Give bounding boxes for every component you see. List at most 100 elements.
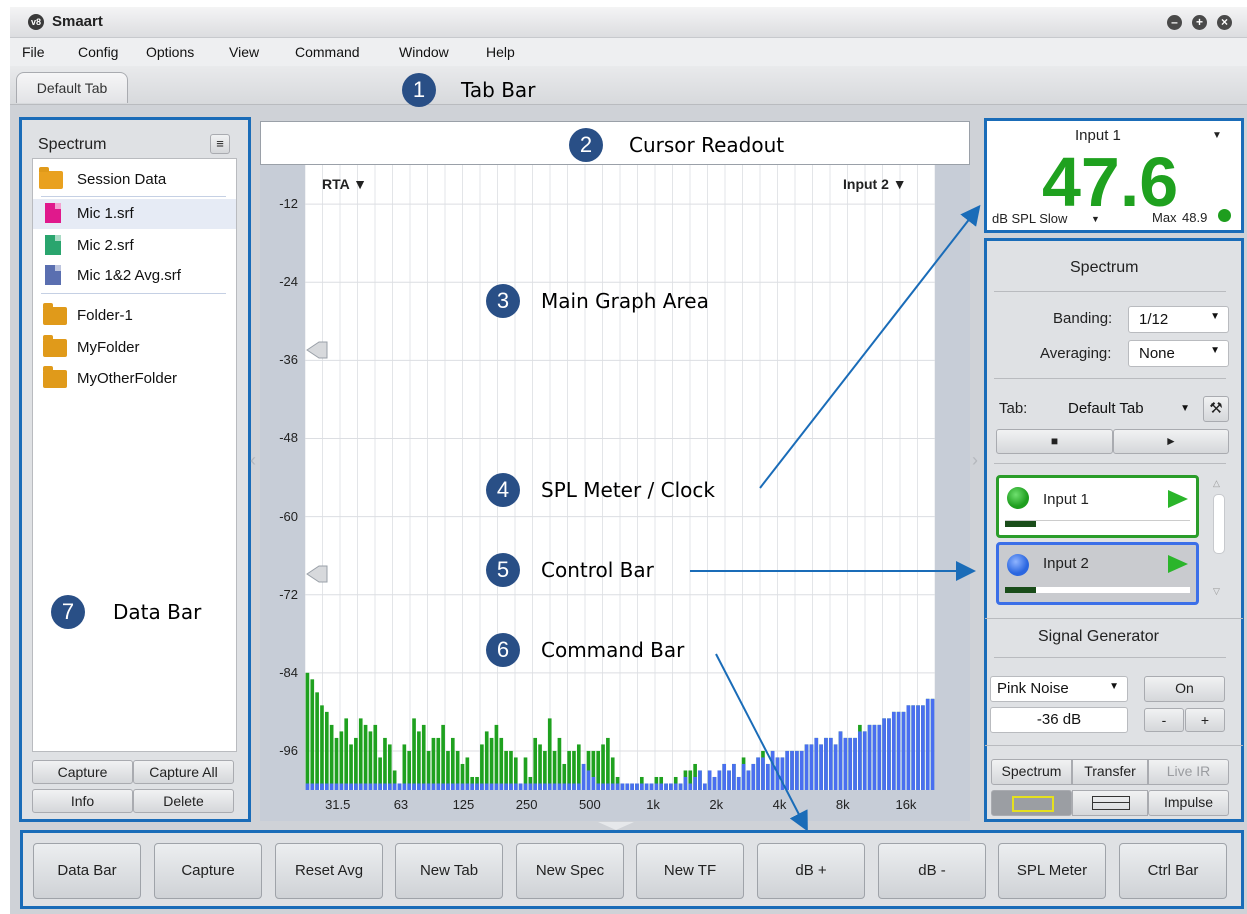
collapse-right-icon[interactable]: › (972, 450, 978, 471)
menu-options[interactable]: Options (146, 44, 194, 60)
mode-spectrum-button[interactable]: Spectrum (991, 759, 1072, 785)
scroll-thumb[interactable] (1213, 494, 1225, 554)
graph-type-selector[interactable]: RTA ▼ (322, 176, 367, 192)
list-item-session-data[interactable]: Session Data (33, 165, 236, 195)
list-item-myotherfolder[interactable]: MyOtherFolder (33, 364, 236, 394)
inputs-scrollbar[interactable]: △ ▽ (1211, 478, 1225, 602)
tab-bar (10, 66, 1247, 105)
spl-mode-selector[interactable]: dB SPL Slow (992, 211, 1067, 226)
x-tick-label: 8k (835, 797, 850, 812)
close-icon[interactable]: × (1217, 15, 1232, 30)
bar-input-2 (610, 783, 615, 790)
collapse-left-icon[interactable]: ‹ (250, 450, 256, 471)
collapse-bottom-icon[interactable] (598, 822, 634, 830)
cmd-reset-avg-button[interactable]: Reset Avg (275, 843, 383, 899)
cmd-new-tab-button[interactable]: New Tab (395, 843, 503, 899)
bar-input-2 (727, 770, 731, 790)
bar-input-2 (528, 783, 533, 790)
list-item-folder-1[interactable]: Folder-1 (33, 301, 236, 331)
bar-input-2 (450, 783, 455, 790)
delete-button[interactable]: Delete (133, 789, 234, 813)
input-1-card[interactable]: Input 1 (996, 475, 1199, 538)
single-view-button[interactable] (991, 790, 1072, 816)
cmd-new-spec-button[interactable]: New Spec (516, 843, 624, 899)
capture-button[interactable]: Capture (32, 760, 133, 784)
cmd-new-tf-button[interactable]: New TF (636, 843, 744, 899)
play-arrow-icon[interactable] (1167, 554, 1189, 574)
bar-input-2 (387, 783, 392, 790)
data-bar-title: Spectrum (38, 136, 107, 153)
divider (985, 745, 1243, 746)
bar-input-2 (732, 763, 736, 790)
cmd-spl-meter-button[interactable]: SPL Meter (998, 843, 1106, 899)
cmd-data-bar-button[interactable]: Data Bar (33, 843, 141, 899)
play-arrow-icon[interactable] (1167, 489, 1189, 509)
cmd-capture-button[interactable]: Capture (154, 843, 262, 899)
siggen-on-button[interactable]: On (1144, 676, 1225, 702)
minimize-icon[interactable]: – (1167, 15, 1182, 30)
capture-all-button[interactable]: Capture All (133, 760, 234, 784)
bar-input-2 (344, 783, 349, 790)
bar-input-2 (513, 783, 518, 790)
banding-select[interactable]: 1/12 ▼ (1128, 306, 1229, 333)
divider (994, 463, 1226, 464)
signal-type-select[interactable]: Pink Noise ▼ (990, 676, 1128, 702)
bar-input-2 (775, 757, 780, 790)
stop-button[interactable]: ■ (996, 429, 1113, 454)
graph-input-selector[interactable]: Input 2 ▼ (843, 176, 907, 192)
play-button[interactable]: ► (1113, 429, 1229, 454)
divider (985, 618, 1243, 619)
bar-input-1 (450, 737, 455, 790)
maximize-icon[interactable]: + (1192, 15, 1207, 30)
bar-input-2 (639, 783, 644, 790)
cmd-db-plus-button[interactable]: dB + (757, 843, 865, 899)
list-item-myfolder[interactable]: MyFolder (33, 333, 236, 363)
menu-config[interactable]: Config (78, 44, 118, 60)
menu-command[interactable]: Command (295, 44, 360, 60)
cmd-db-minus-button[interactable]: dB - (878, 843, 986, 899)
list-item-mic2[interactable]: Mic 2.srf (33, 231, 236, 261)
mode-live-ir-button[interactable]: Live IR (1148, 759, 1229, 785)
siggen-minus-button[interactable]: - (1144, 708, 1184, 732)
bar-input-2 (363, 783, 368, 790)
menu-view[interactable]: View (229, 44, 259, 60)
scroll-up-icon[interactable]: △ (1213, 478, 1220, 489)
scroll-down-icon[interactable]: ▽ (1213, 586, 1220, 597)
menu-window[interactable]: Window (399, 44, 449, 60)
info-button[interactable]: Info (32, 789, 133, 813)
bar-input-2 (601, 783, 605, 790)
bar-input-2 (465, 783, 470, 790)
chevron-down-icon[interactable]: ▼ (1091, 214, 1100, 224)
bar-input-2 (664, 783, 668, 790)
list-item-mic-avg[interactable]: Mic 1&2 Avg.srf (33, 261, 236, 291)
marker-handle-icon[interactable] (305, 338, 329, 362)
cmd-ctrl-bar-button[interactable]: Ctrl Bar (1119, 843, 1227, 899)
tab-label: Tab: (999, 400, 1028, 417)
callout-label-spl-meter: SPL Meter / Clock (541, 478, 715, 502)
siggen-plus-button[interactable]: + (1185, 708, 1225, 732)
impulse-button[interactable]: Impulse (1148, 790, 1229, 816)
bar-input-2 (867, 724, 872, 790)
bar-input-1 (489, 737, 494, 790)
siggen-level-field[interactable]: -36 dB (990, 707, 1128, 733)
tools-icon[interactable]: ⚒ (1203, 396, 1229, 422)
bar-input-2 (906, 705, 911, 790)
menu-help[interactable]: Help (486, 44, 515, 60)
tab-default[interactable]: Default Tab (16, 72, 128, 103)
tab-select[interactable]: Default Tab ▼ (1058, 395, 1198, 422)
bar-input-2 (746, 770, 751, 790)
input-2-card[interactable]: Input 2 (996, 542, 1199, 605)
marker-handle-icon[interactable] (305, 562, 329, 586)
dual-view-button[interactable] (1072, 790, 1148, 816)
data-bar-menu-icon[interactable]: ≡ (210, 134, 230, 154)
averaging-select[interactable]: None ▼ (1128, 340, 1229, 367)
chevron-down-icon[interactable]: ▼ (1212, 130, 1222, 141)
mode-transfer-button[interactable]: Transfer (1072, 759, 1148, 785)
bar-input-2 (407, 783, 412, 790)
bar-input-2 (581, 763, 586, 790)
folder-icon (43, 335, 67, 357)
menu-file[interactable]: File (22, 44, 45, 60)
list-item-mic1[interactable]: Mic 1.srf (33, 199, 236, 229)
callout-label-command-bar: Command Bar (541, 638, 685, 662)
bar-input-2 (310, 783, 315, 790)
